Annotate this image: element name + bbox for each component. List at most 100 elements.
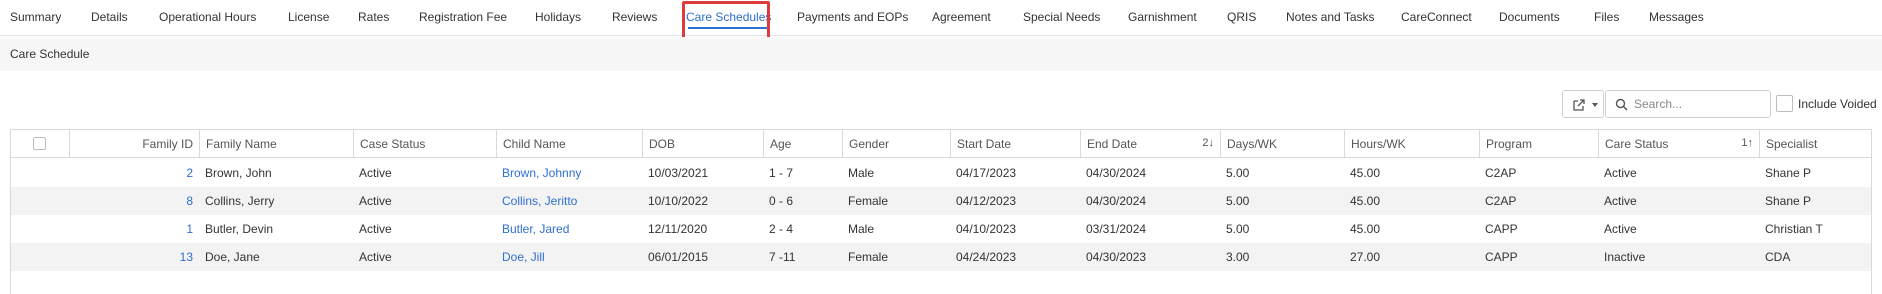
tab-registration-fee[interactable]: Registration Fee (419, 0, 507, 36)
select-all-checkbox[interactable] (33, 137, 46, 150)
family-name-cell: Doe, Jane (205, 250, 260, 264)
include-voided-checkbox[interactable] (1776, 95, 1793, 112)
tab-reviews[interactable]: Reviews (612, 0, 657, 36)
hours-wk-cell: 45.00 (1350, 222, 1381, 236)
tab-details[interactable]: Details (91, 0, 128, 36)
days-wk-cell: 5.00 (1226, 166, 1250, 180)
col-end-date[interactable]: End Date 2↓ (1080, 130, 1220, 157)
family-name-cell: Butler, Devin (205, 222, 274, 236)
specialist-cell: Shane P (1765, 194, 1812, 208)
dob-cell: 10/10/2022 (648, 194, 709, 208)
family-id-link[interactable]: 13 (180, 250, 193, 264)
export-icon (1573, 99, 1585, 111)
select-all-cell (11, 130, 69, 157)
days-wk-cell: 3.00 (1226, 250, 1250, 264)
tab-agreement[interactable]: Agreement (932, 0, 991, 36)
tab-special-needs[interactable]: Special Needs (1023, 0, 1100, 36)
col-dob[interactable]: DOB (642, 130, 763, 157)
hours-wk-cell: 27.00 (1350, 250, 1381, 264)
sort-desc-icon: 2↓ (1202, 137, 1214, 149)
child-name-link[interactable]: Collins, Jeritto (502, 194, 577, 208)
care-status-cell: Active (1604, 194, 1637, 208)
table-row[interactable]: 1 Butler, Devin Active Butler, Jared 12/… (11, 215, 1871, 243)
col-age[interactable]: Age (763, 130, 842, 157)
tab-notes-and-tasks[interactable]: Notes and Tasks (1286, 0, 1375, 36)
col-family-id[interactable]: Family ID (69, 130, 199, 157)
tab-careconnect[interactable]: CareConnect (1401, 0, 1472, 36)
age-cell: 2 - 4 (769, 222, 794, 236)
program-cell: CAPP (1485, 222, 1518, 236)
tab-qris[interactable]: QRIS (1227, 0, 1256, 36)
tab-bar: Summary Details Operational Hours Licens… (0, 0, 1882, 36)
sort-asc-icon: 1↑ (1741, 137, 1753, 149)
table-row[interactable]: 8 Collins, Jerry Active Collins, Jeritto… (11, 187, 1871, 215)
family-id-link[interactable]: 8 (186, 194, 193, 208)
col-care-status[interactable]: Care Status 1↑ (1598, 130, 1759, 157)
tab-rates[interactable]: Rates (358, 0, 389, 36)
case-status-cell: Active (359, 250, 392, 264)
family-name-cell: Collins, Jerry (205, 194, 275, 208)
tab-holidays[interactable]: Holidays (535, 0, 581, 36)
start-date-cell: 04/10/2023 (956, 222, 1017, 236)
tab-messages[interactable]: Messages (1649, 0, 1704, 36)
gender-cell: Female (848, 194, 889, 208)
tab-garnishment[interactable]: Garnishment (1128, 0, 1197, 36)
sort-order: 2 (1202, 137, 1209, 149)
col-hours-wk[interactable]: Hours/WK (1344, 130, 1479, 157)
child-name-link[interactable]: Butler, Jared (502, 222, 569, 236)
end-date-cell: 04/30/2024 (1086, 194, 1147, 208)
col-care-status-label: Care Status (1605, 136, 1669, 151)
case-status-cell: Active (359, 166, 392, 180)
care-status-cell: Inactive (1604, 250, 1646, 264)
col-family-name[interactable]: Family Name (199, 130, 353, 157)
col-program[interactable]: Program (1479, 130, 1598, 157)
dob-cell: 10/03/2021 (648, 166, 709, 180)
end-date-cell: 04/30/2023 (1086, 250, 1147, 264)
specialist-cell: CDA (1765, 250, 1791, 264)
col-specialist[interactable]: Specialist (1759, 130, 1871, 157)
family-id-link[interactable]: 2 (186, 166, 193, 180)
gender-cell: Female (848, 250, 889, 264)
hours-wk-cell: 45.00 (1350, 166, 1381, 180)
start-date-cell: 04/24/2023 (956, 250, 1017, 264)
case-status-cell: Active (359, 194, 392, 208)
search-icon (1615, 98, 1628, 111)
col-case-status[interactable]: Case Status (353, 130, 496, 157)
days-wk-cell: 5.00 (1226, 194, 1250, 208)
hours-wk-cell: 45.00 (1350, 194, 1381, 208)
tab-summary[interactable]: Summary (10, 0, 61, 36)
col-gender[interactable]: Gender (842, 130, 950, 157)
age-cell: 1 - 7 (769, 166, 794, 180)
col-days-wk[interactable]: Days/WK (1220, 130, 1344, 157)
program-cell: CAPP (1485, 250, 1518, 264)
tab-license[interactable]: License (288, 0, 329, 36)
col-start-date[interactable]: Start Date (950, 130, 1080, 157)
child-name-link[interactable]: Doe, Jill (502, 250, 545, 264)
child-name-link[interactable]: Brown, Johnny (502, 166, 581, 180)
age-cell: 0 - 6 (769, 194, 794, 208)
sub-tab-bar: Care Schedule (0, 37, 1882, 71)
tab-operational-hours[interactable]: Operational Hours (159, 0, 256, 36)
table-header: Family ID Family Name Case Status Child … (11, 130, 1871, 158)
table-row[interactable]: 2 Brown, John Active Brown, Johnny 10/03… (11, 159, 1871, 187)
tab-payments-and-eops[interactable]: Payments and EOPs (797, 0, 908, 36)
search-input[interactable] (1634, 95, 1766, 113)
sub-tab-care-schedule[interactable]: Care Schedule (10, 37, 89, 71)
days-wk-cell: 5.00 (1226, 222, 1250, 236)
table-row[interactable]: 13 Doe, Jane Active Doe, Jill 06/01/2015… (11, 243, 1871, 271)
care-schedule-table: Family ID Family Name Case Status Child … (10, 129, 1872, 294)
tab-care-schedules[interactable]: Care Schedules (686, 0, 771, 36)
col-end-date-label: End Date (1087, 136, 1138, 151)
specialist-cell: Christian T (1765, 222, 1823, 236)
tab-documents[interactable]: Documents (1499, 0, 1560, 36)
care-status-cell: Active (1604, 222, 1637, 236)
program-cell: C2AP (1485, 166, 1517, 180)
dob-cell: 06/01/2015 (648, 250, 709, 264)
sort-order: 1 (1741, 137, 1748, 149)
family-id-link[interactable]: 1 (186, 222, 193, 236)
start-date-cell: 04/17/2023 (956, 166, 1017, 180)
col-child-name[interactable]: Child Name (496, 130, 642, 157)
export-button[interactable] (1562, 90, 1604, 118)
dob-cell: 12/11/2020 (648, 222, 708, 236)
tab-files[interactable]: Files (1594, 0, 1619, 36)
